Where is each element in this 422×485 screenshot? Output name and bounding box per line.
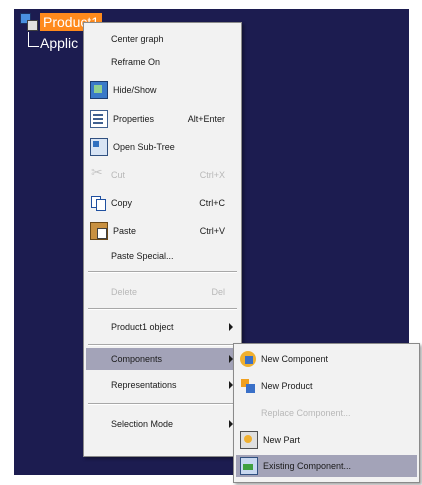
menu-item-label: Hide/Show xyxy=(113,85,157,95)
hide-show-icon xyxy=(90,81,108,99)
menu-item-shortcut: Alt+Enter xyxy=(187,114,225,124)
menu-item-shortcut: Del xyxy=(211,287,225,297)
submenu-arrow-icon xyxy=(229,323,233,331)
menu-item-label: Center graph xyxy=(111,34,164,44)
menu-item-label: New Product xyxy=(261,381,313,391)
menu-item-properties[interactable]: Properties Alt+Enter xyxy=(86,108,239,130)
components-submenu: New Component New Product Replace Compon… xyxy=(233,343,420,483)
menu-item-paste-special[interactable]: Paste Special... xyxy=(86,245,239,267)
menu-item-label: Paste xyxy=(113,226,137,236)
menu-item-label: Delete xyxy=(111,287,138,297)
menu-item-label: Cut xyxy=(111,170,126,180)
menu-item-center-graph[interactable]: Center graph xyxy=(86,28,239,50)
existing-component-icon xyxy=(240,457,258,475)
copy-icon xyxy=(90,195,106,211)
submenu-item-new-product[interactable]: New Product xyxy=(236,375,417,397)
menu-item-label: Existing Component... xyxy=(263,461,352,471)
new-component-icon xyxy=(240,351,256,367)
menu-item-open-subtree[interactable]: Open Sub-Tree xyxy=(86,136,239,158)
menu-item-reframe-on[interactable]: Reframe On xyxy=(86,51,239,73)
menu-item-label: Components xyxy=(111,354,163,364)
submenu-item-existing-component[interactable]: Existing Component... xyxy=(236,455,417,477)
menu-separator xyxy=(88,344,237,346)
menu-item-label: Selection Mode xyxy=(111,419,174,429)
new-product-icon xyxy=(240,378,256,394)
menu-item-label: Paste Special... xyxy=(111,251,174,261)
menu-item-label: Properties xyxy=(113,114,155,124)
menu-separator xyxy=(88,403,237,405)
open-subtree-icon xyxy=(90,138,108,156)
menu-item-label: Copy xyxy=(111,198,133,208)
menu-item-shortcut: Ctrl+V xyxy=(199,226,225,236)
menu-item-components[interactable]: Components xyxy=(86,348,239,370)
submenu-item-new-component[interactable]: New Component xyxy=(236,348,417,370)
menu-item-label: Reframe On xyxy=(111,57,161,67)
menu-item-cut: Cut Ctrl+X xyxy=(86,164,239,186)
tree-connector xyxy=(28,32,39,47)
menu-item-label: New Component xyxy=(261,354,329,364)
menu-item-shortcut: Ctrl+X xyxy=(199,170,225,180)
menu-item-label: New Part xyxy=(263,435,301,445)
submenu-item-new-part[interactable]: New Part xyxy=(236,429,417,451)
menu-item-paste[interactable]: Paste Ctrl+V xyxy=(86,220,239,242)
submenu-item-replace-component: Replace Component... xyxy=(236,402,417,424)
tree-node-applications[interactable]: Applic xyxy=(40,35,78,51)
cut-icon xyxy=(90,165,106,183)
new-part-icon xyxy=(240,431,258,449)
menu-item-shortcut: Ctrl+C xyxy=(199,198,225,208)
menu-item-label: Product1 object xyxy=(111,322,174,332)
properties-icon xyxy=(90,110,108,128)
menu-item-label: Replace Component... xyxy=(261,408,351,418)
product-icon xyxy=(20,13,38,31)
paste-icon xyxy=(90,222,108,240)
menu-separator xyxy=(88,271,237,273)
context-menu: Center graph Reframe On Hide/Show Proper… xyxy=(83,22,242,457)
menu-item-label: Open Sub-Tree xyxy=(113,142,175,152)
menu-separator xyxy=(88,308,237,310)
menu-item-hide-show[interactable]: Hide/Show xyxy=(86,79,239,101)
menu-item-product1-object[interactable]: Product1 object xyxy=(86,316,239,338)
menu-item-selection-mode[interactable]: Selection Mode xyxy=(86,413,239,435)
menu-item-label: Representations xyxy=(111,380,177,390)
menu-item-copy[interactable]: Copy Ctrl+C xyxy=(86,192,239,214)
menu-item-delete: Delete Del xyxy=(86,281,239,303)
menu-item-representations[interactable]: Representations xyxy=(86,374,239,396)
